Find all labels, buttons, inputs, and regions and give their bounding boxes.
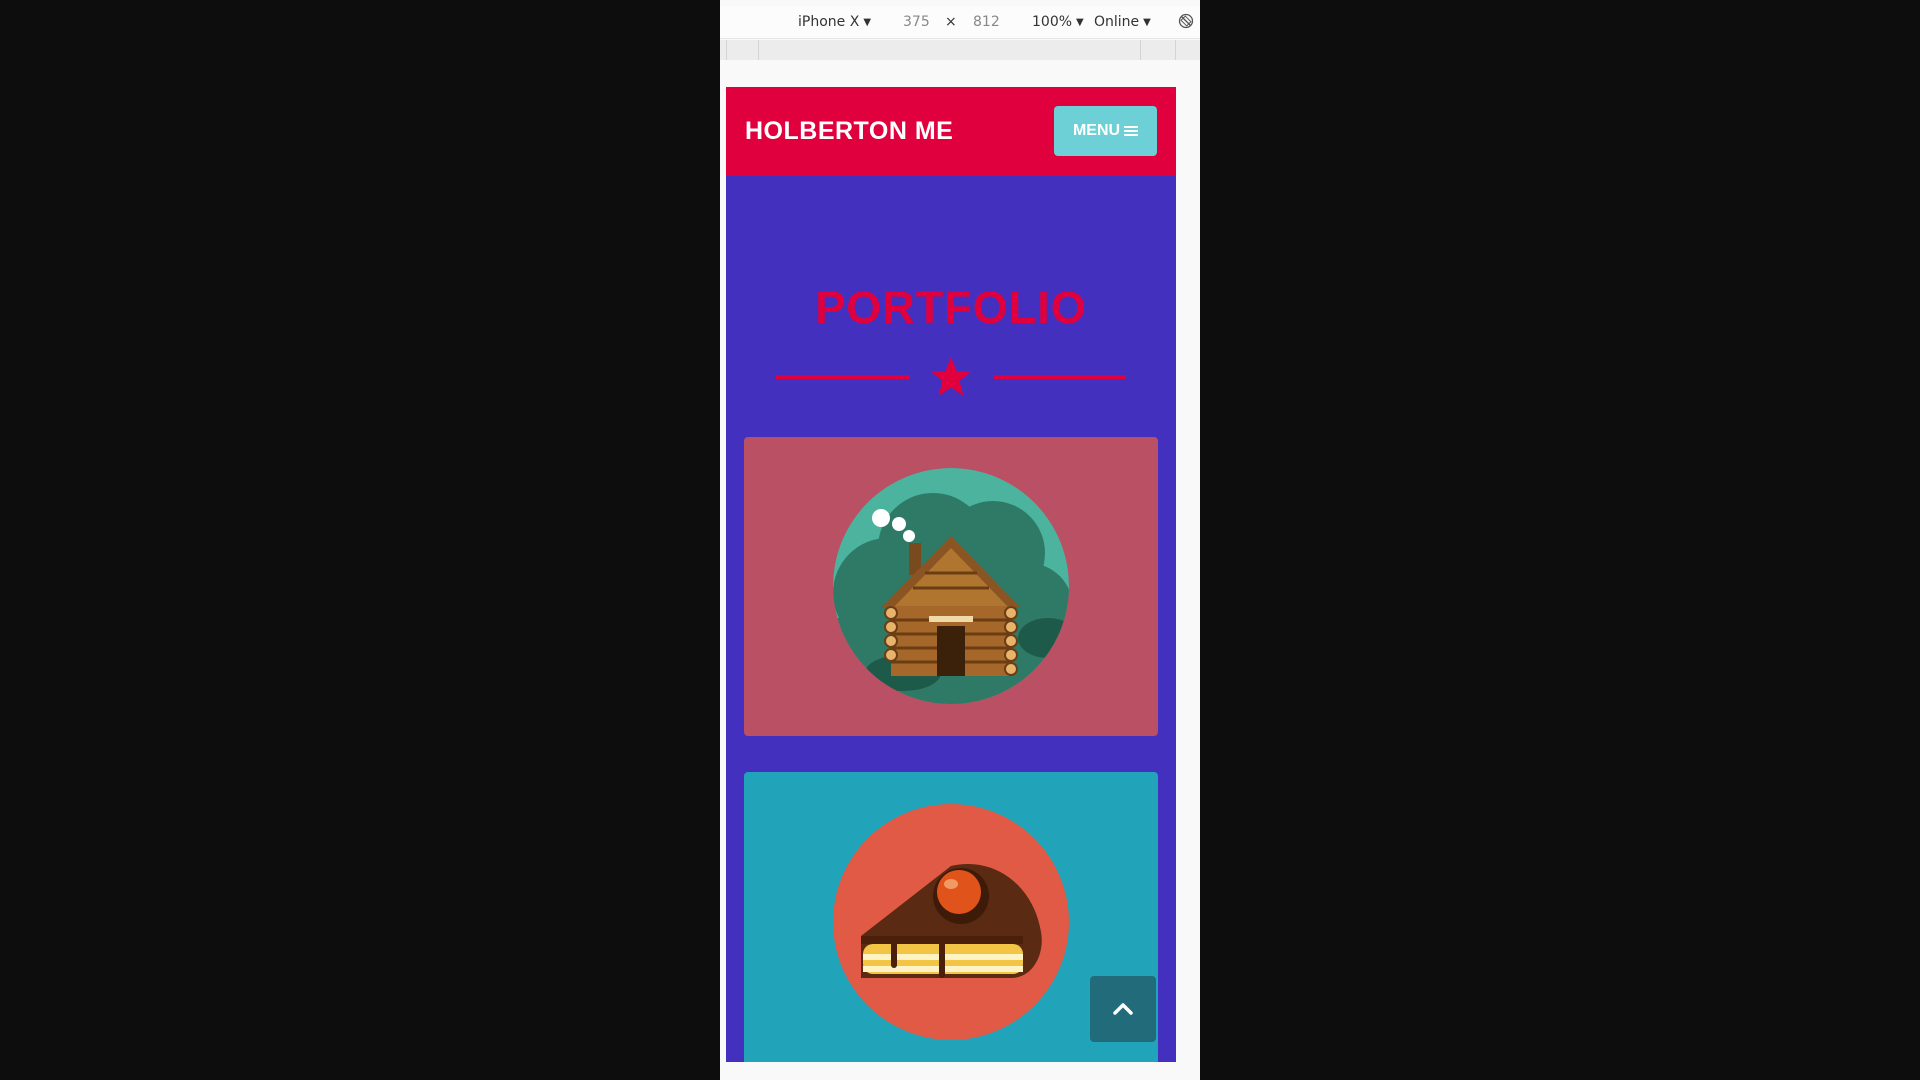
portfolio-card-cabin[interactable] [744,437,1158,736]
dimension-separator: × [945,14,957,30]
star-divider [776,357,1126,396]
menu-button[interactable]: MENU [1054,106,1157,156]
media-query-ruler [720,40,1200,60]
caret-down-icon: ▼ [1143,17,1151,28]
device-emulator: iPhone X ▼ 375 × 812 100% ▼ Online ▼ HOLBER… [720,0,1200,1080]
ruler-tick [1140,40,1141,60]
site-brand[interactable]: HOLBERTON ME [745,117,953,146]
width-input[interactable]: 375 [903,14,930,30]
star-icon [931,357,971,396]
hamburger-icon [1124,124,1139,138]
log-cabin-illustration [833,468,1069,704]
menu-label: MENU [1072,122,1121,139]
network-select[interactable]: Online ▼ [1094,14,1151,30]
ruler-tick [1175,40,1176,60]
height-input[interactable]: 812 [973,14,1000,30]
ruler-tick [758,40,759,60]
section-title: PORTFOLIO [815,282,1087,333]
caret-down-icon: ▼ [1076,17,1084,28]
chevron-up-icon [1113,1003,1133,1015]
back-to-top-button[interactable] [1090,976,1156,1042]
caret-down-icon: ▼ [863,17,872,28]
network-value: Online [1094,14,1140,30]
device-name: iPhone X [798,14,860,30]
site-header: HOLBERTON ME MENU [726,87,1176,176]
device-select[interactable]: iPhone X ▼ [798,14,871,30]
device-toolbar: iPhone X ▼ 375 × 812 100% ▼ Online ▼ [720,6,1200,39]
ruler-tick [726,40,727,60]
rotate-icon[interactable] [1178,13,1194,33]
zoom-select[interactable]: 100% ▼ [1032,14,1084,30]
cake-slice-illustration [833,804,1069,1040]
zoom-value: 100% [1032,14,1073,30]
page-viewport: HOLBERTON ME MENU PORTFOLIO [726,87,1176,1062]
